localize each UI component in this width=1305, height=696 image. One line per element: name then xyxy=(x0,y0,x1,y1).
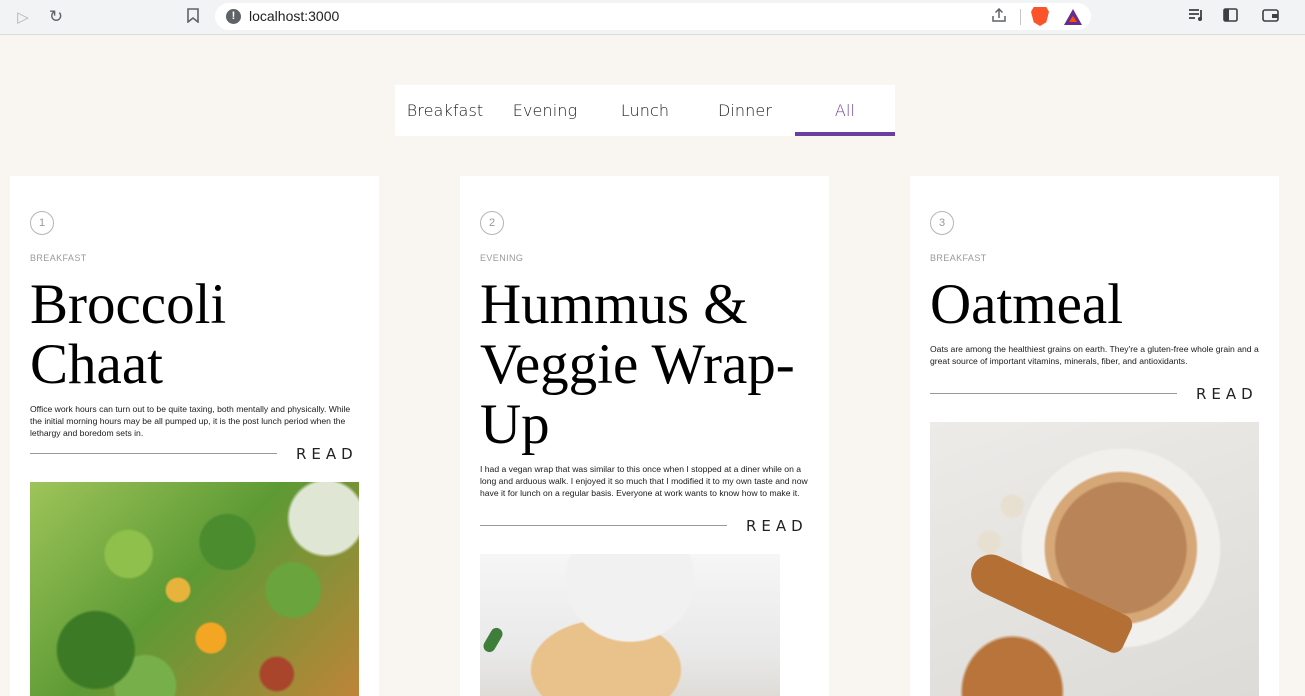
site-info-icon[interactable]: ! xyxy=(226,9,241,24)
broccoli-salad-image xyxy=(30,482,359,696)
card-description: I had a vegan wrap that was similar to t… xyxy=(480,464,808,498)
recipe-card: 3 BREAKFAST Oatmeal Oats are among the h… xyxy=(910,176,1279,696)
card-title: Hummus & Veggie Wrap-Up xyxy=(480,273,795,456)
oatmeal-bowl-image xyxy=(930,422,1259,696)
reload-icon[interactable]: ↻ xyxy=(47,8,65,26)
url-text[interactable]: localhost:3000 xyxy=(249,8,339,25)
browser-toolbar: ▷ ↻ ! localhost:3000 xyxy=(0,0,1305,35)
tab-dinner[interactable]: Dinner xyxy=(695,85,795,136)
card-number: 1 xyxy=(30,211,54,235)
recipe-card: 1 BREAKFAST Broccoli Chaat Office work h… xyxy=(10,176,379,696)
share-icon[interactable] xyxy=(989,7,1009,26)
brave-rewards-icon[interactable] xyxy=(1064,9,1082,25)
card-category: BREAKFAST xyxy=(30,253,87,263)
card-title: Oatmeal xyxy=(930,273,1124,336)
read-button[interactable]: READ xyxy=(296,445,358,463)
card-number: 2 xyxy=(480,211,504,235)
card-description: Office work hours can turn out to be qui… xyxy=(30,404,351,438)
recipe-card: 2 EVENING Hummus & Veggie Wrap-Up I had … xyxy=(460,176,829,696)
tab-evening[interactable]: Evening xyxy=(495,85,595,136)
category-tabs: Breakfast Evening Lunch Dinner All xyxy=(395,85,895,136)
sidebar-icon[interactable] xyxy=(1221,8,1239,26)
tab-lunch[interactable]: Lunch xyxy=(595,85,695,136)
brave-shield-icon[interactable] xyxy=(1031,7,1049,26)
card-description: Oats are among the healthiest grains on … xyxy=(930,344,1259,366)
card-title: Broccoli Chaat xyxy=(30,273,227,396)
card-category: EVENING xyxy=(480,253,524,263)
play-icon[interactable]: ▷ xyxy=(14,8,32,26)
card-divider xyxy=(30,453,277,454)
card-category: BREAKFAST xyxy=(930,253,987,263)
tab-breakfast[interactable]: Breakfast xyxy=(395,85,495,136)
address-bar[interactable]: ! localhost:3000 xyxy=(215,3,1091,30)
card-divider xyxy=(480,525,727,526)
read-button[interactable]: READ xyxy=(1196,385,1258,403)
card-divider xyxy=(930,393,1177,394)
bookmark-icon[interactable] xyxy=(184,8,202,26)
wallet-icon[interactable] xyxy=(1261,8,1279,26)
card-number: 3 xyxy=(930,211,954,235)
read-button[interactable]: READ xyxy=(746,517,808,535)
media-queue-icon[interactable] xyxy=(1187,8,1205,26)
veggie-wrap-image xyxy=(480,554,780,696)
tab-all[interactable]: All xyxy=(795,85,895,136)
address-separator xyxy=(1020,9,1021,25)
